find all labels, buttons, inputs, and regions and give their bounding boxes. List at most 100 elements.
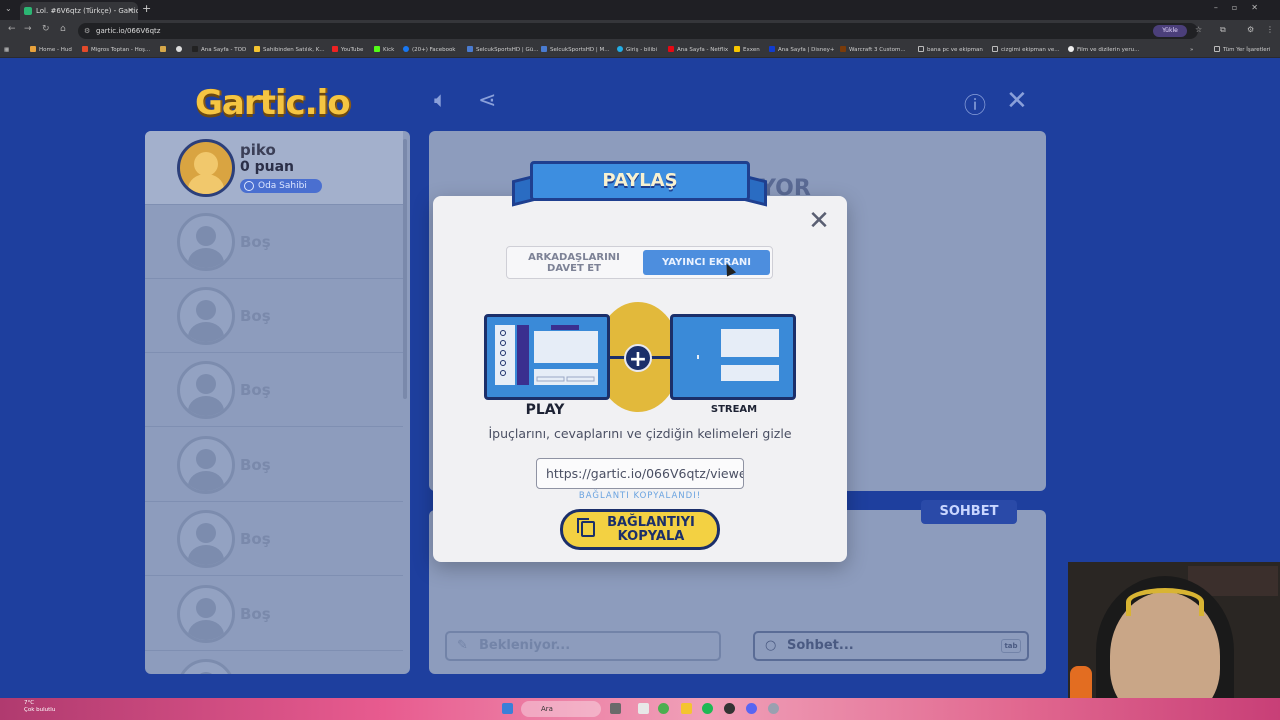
play-label: PLAY xyxy=(525,402,565,418)
gartic-favicon-icon xyxy=(24,7,32,15)
bookmarks-bar: ▦ Home - Hud Migros Toptan - Hoş... Ana … xyxy=(0,42,1280,58)
tab-close-icon[interactable]: ✕ xyxy=(127,2,134,20)
player-row-empty: Boş xyxy=(145,279,403,353)
bookmark-item[interactable]: (20+) Facebook xyxy=(403,42,456,58)
empty-slot-label: Boş xyxy=(240,307,271,325)
bookmark-item[interactable]: Giriş - bilibi xyxy=(617,42,657,58)
info-icon[interactable]: ⓘ xyxy=(964,88,986,120)
bookmark-item[interactable]: Ana Sayfa - Netflix xyxy=(668,42,728,58)
app-icon[interactable] xyxy=(768,703,779,714)
bookmark-item[interactable]: SelcukSportsHD | Gü... xyxy=(467,42,538,58)
copy-icon xyxy=(577,518,595,537)
connector-line xyxy=(650,356,670,359)
discord-icon[interactable] xyxy=(746,703,757,714)
bookmark-item[interactable]: SelcukSportsHD | M... xyxy=(541,42,609,58)
avatar-placeholder xyxy=(177,213,235,271)
tab-key-hint: tab xyxy=(1001,639,1021,653)
bookmarks-overflow-icon[interactable]: » xyxy=(1190,42,1193,58)
window-controls[interactable]: –▫✕ xyxy=(1214,3,1272,12)
browser-tab-bar: ⌄ Lol. #6V6qtz (Türkçe) - Gartic.io ✕ + … xyxy=(0,0,1280,20)
home-icon[interactable]: ⌂ xyxy=(60,24,66,34)
all-bookmarks-folder[interactable]: Tüm Yer İşaretleri xyxy=(1214,42,1270,58)
bookmark-item[interactable]: Warcraft 3 Custom... xyxy=(840,42,906,58)
gartic-logo[interactable]: Gartic.io xyxy=(195,83,351,123)
stream-screen-illustration xyxy=(670,314,796,400)
player-row-me[interactable]: piko 0 puan Oda Sahibi xyxy=(145,131,403,205)
avatar-placeholder xyxy=(177,361,235,419)
bookmark-item[interactable]: Migros Toptan - Hoş... xyxy=(82,42,150,58)
bookmark-item[interactable] xyxy=(176,42,185,58)
tab-list-icon[interactable]: ⌄ xyxy=(5,4,12,13)
bookmark-item[interactable]: YouTube xyxy=(332,42,363,58)
menu-icon[interactable]: ⋮ xyxy=(1266,25,1274,34)
empty-slot-label: Boş xyxy=(240,456,271,474)
start-icon[interactable] xyxy=(502,703,513,714)
bookmark-item[interactable]: Home - Hud xyxy=(30,42,72,58)
bookmark-item[interactable]: Kick xyxy=(374,42,394,58)
app-icon[interactable] xyxy=(610,703,621,714)
chat-tab[interactable]: SOHBET xyxy=(921,500,1017,524)
apps-icon[interactable]: ▦ xyxy=(4,42,9,58)
avatar xyxy=(177,139,235,197)
file-explorer-icon[interactable] xyxy=(681,703,692,714)
avatar-placeholder xyxy=(177,585,235,643)
modal-close-button[interactable]: ✕ xyxy=(806,208,832,234)
address-bar[interactable]: ⚙ gartic.io/066V6qtz xyxy=(78,23,1198,39)
new-tab-button[interactable]: + xyxy=(142,2,151,15)
bookmark-item[interactable]: Sahibinden Satılık, K... xyxy=(254,42,325,58)
stream-label: STREAM xyxy=(710,404,758,415)
bookmark-folder[interactable]: cizgimi ekipman ve... xyxy=(992,42,1060,58)
bookmark-item[interactable]: Ana Sayfa | Disney+ xyxy=(769,42,835,58)
browser-tab[interactable]: Lol. #6V6qtz (Türkçe) - Gartic.io ✕ xyxy=(20,2,138,20)
tab-streamer-screen[interactable]: YAYINCI EKRANI xyxy=(643,250,770,275)
tab-title: Lol. #6V6qtz (Türkçe) - Gartic.io xyxy=(36,7,138,15)
empty-slot-label: Boş xyxy=(240,381,271,399)
bookmark-folder[interactable]: bana pc ve ekipman xyxy=(918,42,983,58)
weather-widget[interactable]: 7°C Çok bulutlu xyxy=(24,700,55,714)
taskbar-search[interactable]: Ara xyxy=(521,701,601,717)
bookmark-item[interactable] xyxy=(160,42,169,58)
empty-slot-label: Boş xyxy=(240,530,271,548)
player-row-empty: Boş xyxy=(145,205,403,279)
play-screen-illustration xyxy=(484,314,610,400)
avatar-placeholder xyxy=(177,510,235,568)
bookmark-item[interactable]: Exxen xyxy=(734,42,760,58)
obs-icon[interactable] xyxy=(724,703,735,714)
speaker-icon[interactable]: 🔈︎ xyxy=(434,88,447,113)
player-row-empty: Boş xyxy=(145,353,403,427)
back-icon[interactable]: ← xyxy=(8,24,16,34)
modal-title: PAYLAŞ xyxy=(530,161,750,201)
crown-icon xyxy=(244,181,254,191)
browser-toolbar: ← → ↻ ⌂ ⚙ gartic.io/066V6qtz xyxy=(0,20,1280,42)
guess-input[interactable]: ✎ Bekleniyor... xyxy=(445,631,721,661)
plus-icon: + xyxy=(624,344,652,372)
viewer-link-field[interactable]: https://gartic.io/066V6qtz/viewer xyxy=(536,458,744,489)
room-owner-badge: Oda Sahibi xyxy=(240,179,322,193)
install-button[interactable]: Yükle xyxy=(1153,25,1187,37)
extensions-icon[interactable]: ⧉ xyxy=(1220,25,1226,35)
player-row-empty: Boş xyxy=(145,502,403,576)
player-row-empty: Boş xyxy=(145,428,403,502)
bookmark-item[interactable]: Film ve dizilerin yeru... xyxy=(1068,42,1139,58)
tab-invite-friends[interactable]: ARKADAŞLARINI DAVET ET xyxy=(512,250,636,275)
spotify-icon[interactable] xyxy=(702,703,713,714)
players-scrollbar[interactable] xyxy=(403,139,407,399)
modal-title-ribbon: PAYLAŞ xyxy=(512,157,767,207)
bookmark-star-icon[interactable]: ☆ xyxy=(1195,25,1202,34)
chrome-icon[interactable] xyxy=(658,703,669,714)
empty-slot-label: Boş xyxy=(240,605,271,623)
profile-icon[interactable]: ⚙ xyxy=(1247,25,1254,34)
url-text: gartic.io/066V6qtz xyxy=(96,27,161,35)
link-copied-status: BAĞLANTI KOPYALANDI! xyxy=(578,491,702,501)
task-view-icon[interactable] xyxy=(638,703,649,714)
avatar-placeholder xyxy=(177,287,235,345)
site-info-icon[interactable]: ⚙ xyxy=(84,23,90,39)
copy-link-button[interactable]: BAĞLANTIYI KOPYALA xyxy=(560,509,720,550)
close-icon[interactable]: ✕ xyxy=(1006,86,1028,116)
chat-input[interactable]: ○ Sohbet... tab xyxy=(753,631,1029,661)
forward-icon[interactable]: → xyxy=(24,24,32,34)
bookmark-item[interactable]: Ana Sayfa - TOD xyxy=(192,42,246,58)
player-row-empty: Boş xyxy=(145,577,403,651)
reload-icon[interactable]: ↻ xyxy=(42,24,50,34)
share-icon[interactable]: ⋖ xyxy=(478,88,496,113)
